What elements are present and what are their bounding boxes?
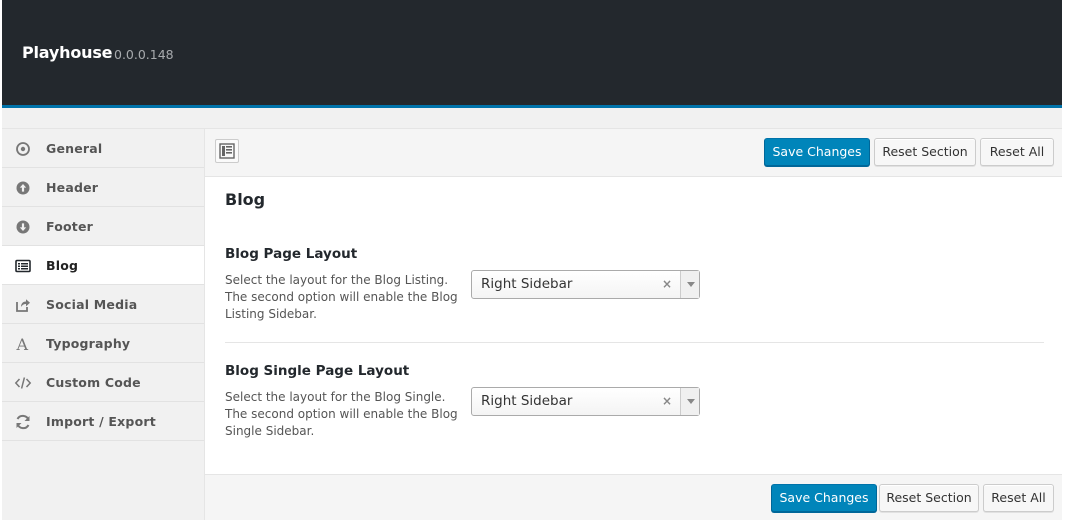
chevron-down-icon[interactable]: [680, 388, 699, 415]
svg-text:A: A: [16, 335, 29, 353]
sidebar-item-blog[interactable]: Blog: [2, 246, 204, 285]
sidebar-item-label: General: [46, 141, 103, 156]
code-icon: [14, 377, 32, 389]
field-description: Select the layout for the Blog Single. T…: [225, 390, 458, 438]
sidebar-item-import-export[interactable]: Import / Export: [2, 402, 204, 441]
sidebar-item-label: Blog: [46, 258, 79, 273]
reset-section-button[interactable]: Reset Section: [879, 484, 979, 512]
chevron-down-icon[interactable]: [680, 271, 699, 298]
sidebar-item-header[interactable]: Header: [2, 168, 204, 207]
top-toolbar: Save Changes Reset Section Reset All: [205, 128, 1062, 177]
field-divider: [225, 342, 1044, 343]
select-value: Right Sidebar: [481, 276, 573, 292]
select-value: Right Sidebar: [481, 393, 573, 409]
field-description: Select the layout for the Blog Listing. …: [225, 273, 458, 321]
typography-icon: A: [16, 335, 29, 353]
sidebar-item-general[interactable]: General: [2, 129, 204, 168]
reset-all-button[interactable]: Reset All: [983, 484, 1054, 512]
field-title: Blog Page Layout: [225, 246, 358, 262]
list-icon: [15, 259, 31, 273]
app-version: 0.0.0.148: [114, 47, 174, 62]
bottom-toolbar: Save Changes Reset Section Reset All: [205, 474, 1062, 520]
sidebar: General Header Footer Blog Social Media …: [2, 128, 204, 520]
reset-section-button[interactable]: Reset Section: [874, 138, 976, 166]
clear-selection-icon[interactable]: ×: [662, 394, 672, 408]
refresh-icon: [16, 414, 30, 430]
sidebar-item-footer[interactable]: Footer: [2, 207, 204, 246]
sidebar-item-typography[interactable]: A Typography: [2, 324, 204, 363]
app-header: Playhouse 0.0.0.148: [2, 0, 1062, 105]
circle-dot-icon: [16, 142, 30, 156]
expand-toggle-button[interactable]: [215, 139, 239, 163]
options-panel: Playhouse 0.0.0.148 General Header Foote…: [2, 0, 1062, 520]
sidebar-item-label: Footer: [46, 219, 94, 234]
main-content: Save Changes Reset Section Reset All Blo…: [204, 128, 1062, 520]
section-title: Blog: [225, 190, 266, 209]
layout-icon: [219, 143, 235, 159]
sidebar-item-label: Import / Export: [46, 414, 156, 429]
share-icon: [16, 299, 30, 312]
field-title: Blog Single Page Layout: [225, 363, 410, 379]
sidebar-item-social-media[interactable]: Social Media: [2, 285, 204, 324]
sidebar-item-custom-code[interactable]: Custom Code: [2, 363, 204, 402]
save-changes-button[interactable]: Save Changes: [764, 138, 870, 166]
app-title: Playhouse: [22, 43, 113, 62]
blog-single-layout-select[interactable]: Right Sidebar ×: [471, 387, 700, 416]
blog-page-layout-select[interactable]: Right Sidebar ×: [471, 270, 700, 299]
sidebar-item-label: Typography: [46, 336, 131, 351]
sidebar-item-label: Custom Code: [46, 375, 141, 390]
sidebar-item-label: Header: [46, 180, 99, 195]
sidebar-item-label: Social Media: [46, 297, 138, 312]
clear-selection-icon[interactable]: ×: [662, 277, 672, 291]
arrow-down-circle-icon: [16, 220, 30, 234]
header-accent-bar: [2, 105, 1062, 108]
reset-all-button[interactable]: Reset All: [980, 138, 1054, 166]
arrow-up-circle-icon: [16, 181, 30, 195]
save-changes-button[interactable]: Save Changes: [771, 484, 877, 512]
